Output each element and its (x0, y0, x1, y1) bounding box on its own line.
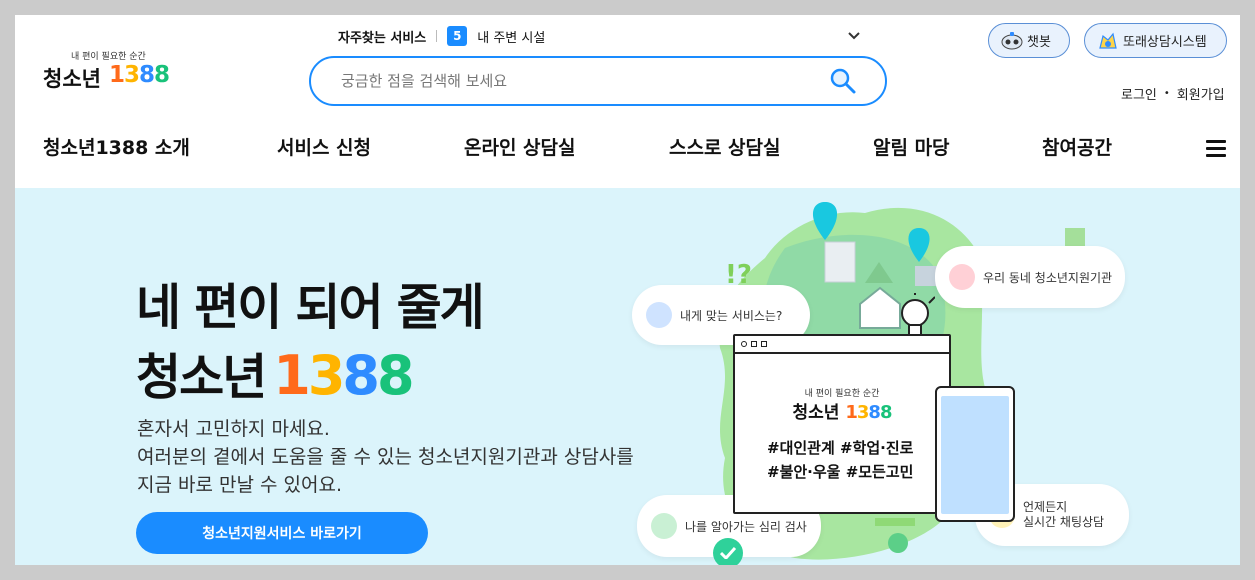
favorites-label: 자주찾는 서비스 (338, 30, 427, 46)
hero-banner: 네 편이 되어 줄게 청소년 1388 혼자서 고민하지 마세요. 여러분의 곁에… (15, 188, 1240, 565)
logo-tagline: 내 편이 필요한 순간 (71, 52, 146, 62)
window-titlebar (735, 336, 949, 354)
psych-test-label: 나를 알아가는 심리 검사 (685, 519, 807, 534)
avatar (949, 264, 975, 290)
peer-system-icon (1097, 30, 1119, 52)
chatbot-label: 챗봇 (1027, 35, 1051, 50)
logo-name: 청소년 (43, 67, 101, 91)
nav-item-participation[interactable]: 참여공간 (1042, 133, 1112, 160)
search-icon[interactable] (829, 67, 857, 95)
rank-badge: 5 (447, 26, 468, 46)
nav-item-self-counseling[interactable]: 스스로 상담실 (669, 133, 781, 160)
login-link[interactable]: 로그인 (1121, 84, 1157, 103)
service-finder-label: 내게 맞는 서비스는? (680, 308, 783, 323)
search-input[interactable] (341, 72, 829, 90)
logo-number: 1388 (109, 62, 170, 88)
hero-headline-brand: 청소년 1388 (136, 344, 415, 407)
divider (436, 30, 438, 42)
nav-item-notice[interactable]: 알림 마당 (873, 133, 950, 160)
local-center-bubble[interactable]: 우리 동네 청소년지원기관 (935, 246, 1125, 308)
site-logo[interactable]: 내 편이 필요한 순간 청소년 1388 (43, 49, 193, 99)
hero-headline: 네 편이 되어 줄게 (136, 279, 485, 336)
hero-description: 혼자서 고민하지 마세요. 여러분의 곁에서 도움을 줄 수 있는 청소년지원기… (137, 418, 634, 496)
popular-services-bar[interactable]: 자주찾는 서비스 5 내 주변 시설 (338, 25, 863, 47)
card-brand: 청소년 1388 (792, 402, 893, 423)
signup-link[interactable]: 회원가입 (1177, 84, 1225, 103)
peer-system-label: 또래상담시스템 (1123, 35, 1207, 50)
local-center-label: 우리 동네 청소년지원기관 (983, 270, 1113, 285)
phone-screen (941, 396, 1009, 514)
live-chat-label: 언제든지 실시간 채팅상담 (1023, 500, 1105, 529)
check-icon (713, 538, 743, 565)
auth-links: 로그인 • 회원가입 (1121, 84, 1225, 103)
separator-dot: • (1163, 88, 1170, 99)
chevron-down-icon[interactable] (845, 27, 863, 45)
peer-counseling-system-button[interactable]: 또래상담시스템 (1084, 23, 1227, 58)
phone-illustration (935, 386, 1015, 522)
search-bar (309, 56, 887, 106)
page: 내 편이 필요한 순간 청소년 1388 자주찾는 서비스 5 내 주변 시설 … (15, 15, 1240, 565)
popular-service-link[interactable]: 내 주변 시설 (477, 27, 845, 46)
hamburger-menu-icon[interactable] (1206, 140, 1226, 158)
nav-item-online-counseling[interactable]: 온라인 상담실 (464, 133, 576, 160)
avatar (651, 513, 677, 539)
nav-item-service-apply[interactable]: 서비스 신청 (277, 133, 371, 160)
nav-item-about[interactable]: 청소년1388 소개 (43, 133, 190, 160)
youth-support-service-button[interactable]: 청소년지원서비스 바로가기 (136, 512, 428, 554)
brand-window-card: 내 편이 필요한 순간 청소년 1388 #대인관계 #학업·진로 #불안·우울… (733, 334, 951, 514)
main-nav: 청소년1388 소개 서비스 신청 온라인 상담실 스스로 상담실 알림 마당 … (43, 133, 1233, 167)
chatbot-button[interactable]: 챗봇 (988, 23, 1070, 58)
avatar (646, 302, 672, 328)
hashtag-list: #대인관계 #학업·진로 #불안·우울 #모든고민 (767, 439, 914, 481)
chatbot-icon (1001, 30, 1023, 52)
